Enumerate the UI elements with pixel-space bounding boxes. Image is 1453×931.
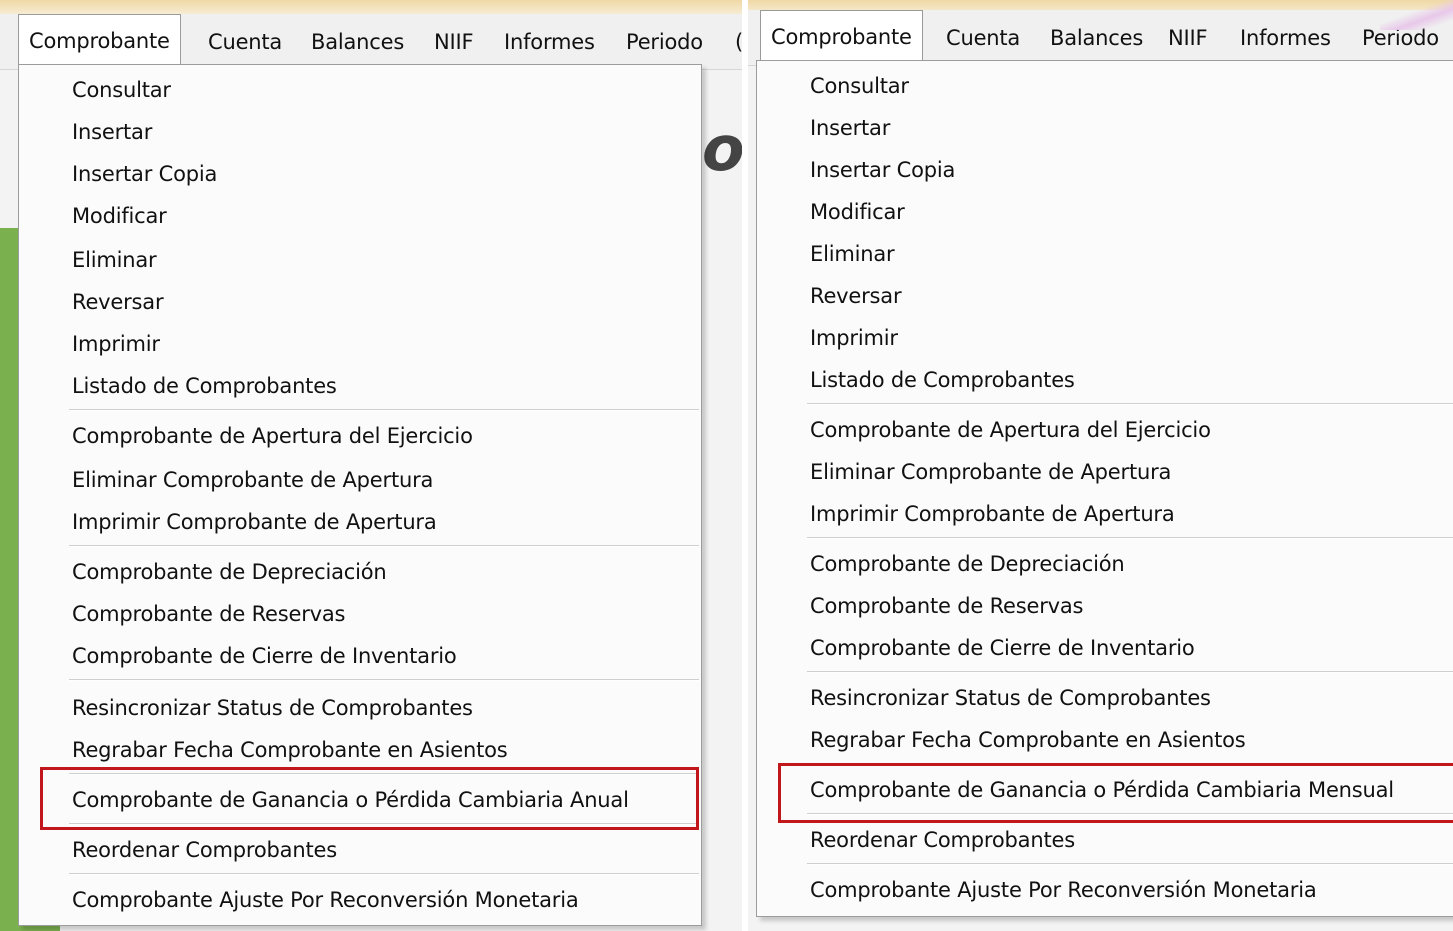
menu-partial-item[interactable]: ( [735, 14, 742, 70]
menu-separator [69, 873, 699, 875]
menu-item-reversar[interactable]: Reversar [810, 277, 902, 315]
menu-item-imprimir[interactable]: Imprimir [810, 319, 898, 357]
menu-item-listado-comprobantes[interactable]: Listado de Comprobantes [810, 361, 1075, 399]
menu-item-cierre-inventario[interactable]: Comprobante de Cierre de Inventario [72, 637, 457, 675]
menu-balances[interactable]: Balances [1040, 10, 1153, 66]
menu-cuenta[interactable]: Cuenta [198, 14, 292, 70]
menu-item-eliminar[interactable]: Eliminar [810, 235, 895, 273]
decorative-swoosh [1380, 0, 1453, 30]
menu-item-resincronizar-status[interactable]: Resincronizar Status de Comprobantes [72, 689, 473, 727]
menu-item-depreciacion[interactable]: Comprobante de Depreciación [810, 545, 1125, 583]
menu-item-insertar[interactable]: Insertar [810, 109, 890, 147]
menu-item-consultar[interactable]: Consultar [810, 67, 909, 105]
menu-item-resincronizar-status[interactable]: Resincronizar Status de Comprobantes [810, 679, 1211, 717]
menu-comprobante[interactable]: Comprobante [18, 14, 181, 70]
menu-item-reversar[interactable]: Reversar [72, 283, 164, 321]
menu-item-regrabar-fecha[interactable]: Regrabar Fecha Comprobante en Asientos [810, 721, 1246, 759]
menu-item-eliminar[interactable]: Eliminar [72, 241, 157, 279]
menu-item-apertura-ejercicio[interactable]: Comprobante de Apertura del Ejercicio [72, 417, 473, 455]
menu-periodo[interactable]: Periodo [616, 14, 713, 70]
menu-item-listado-comprobantes[interactable]: Listado de Comprobantes [72, 367, 337, 405]
menu-item-imprimir[interactable]: Imprimir [72, 325, 160, 363]
menu-separator [807, 863, 1453, 865]
menu-item-reordenar[interactable]: Reordenar Comprobantes [810, 821, 1075, 859]
menu-item-reservas[interactable]: Comprobante de Reservas [72, 595, 345, 633]
left-screenshot-panel: o Comprobante Cuenta Balances NIIF Infor… [0, 0, 742, 931]
menu-item-depreciacion[interactable]: Comprobante de Depreciación [72, 553, 387, 591]
menu-separator [69, 545, 699, 547]
menu-niif[interactable]: NIIF [424, 14, 483, 70]
menu-item-modificar[interactable]: Modificar [72, 197, 167, 235]
window-top-strip [0, 0, 742, 14]
menu-item-insertar-copia[interactable]: Insertar Copia [810, 151, 955, 189]
menu-item-regrabar-fecha[interactable]: Regrabar Fecha Comprobante en Asientos [72, 731, 508, 769]
menu-comprobante[interactable]: Comprobante [760, 10, 923, 66]
menu-item-insertar[interactable]: Insertar [72, 113, 152, 151]
highlight-box [778, 763, 1453, 823]
menu-item-reservas[interactable]: Comprobante de Reservas [810, 587, 1083, 625]
menu-item-apertura-ejercicio[interactable]: Comprobante de Apertura del Ejercicio [810, 411, 1211, 449]
menubar: Comprobante Cuenta Balances NIIF Informe… [0, 14, 742, 70]
background-logo-fragment: o [702, 112, 742, 185]
menu-informes[interactable]: Informes [494, 14, 605, 70]
menu-item-insertar-copia[interactable]: Insertar Copia [72, 155, 217, 193]
menu-item-eliminar-apertura[interactable]: Eliminar Comprobante de Apertura [810, 453, 1171, 491]
menu-item-reconversion-monetaria[interactable]: Comprobante Ajuste Por Reconversión Mone… [810, 871, 1317, 909]
menu-item-reconversion-monetaria[interactable]: Comprobante Ajuste Por Reconversión Mone… [72, 881, 579, 919]
menu-balances[interactable]: Balances [301, 14, 414, 70]
menu-separator [807, 537, 1453, 539]
menu-separator [69, 409, 699, 411]
menu-separator [807, 671, 1453, 673]
menu-item-modificar[interactable]: Modificar [810, 193, 905, 231]
menu-item-reordenar[interactable]: Reordenar Comprobantes [72, 831, 337, 869]
menu-item-imprimir-apertura[interactable]: Imprimir Comprobante de Apertura [72, 503, 437, 541]
menu-item-eliminar-apertura[interactable]: Eliminar Comprobante de Apertura [72, 461, 433, 499]
menu-niif[interactable]: NIIF [1158, 10, 1217, 66]
highlight-box [40, 767, 699, 830]
menu-separator [807, 403, 1453, 405]
menu-separator [69, 679, 699, 681]
menu-item-consultar[interactable]: Consultar [72, 71, 171, 109]
menu-item-imprimir-apertura[interactable]: Imprimir Comprobante de Apertura [810, 495, 1175, 533]
menubar: Comprobante Cuenta Balances NIIF Informe… [748, 10, 1453, 66]
menu-cuenta[interactable]: Cuenta [936, 10, 1030, 66]
menu-item-cierre-inventario[interactable]: Comprobante de Cierre de Inventario [810, 629, 1195, 667]
menu-informes[interactable]: Informes [1230, 10, 1341, 66]
